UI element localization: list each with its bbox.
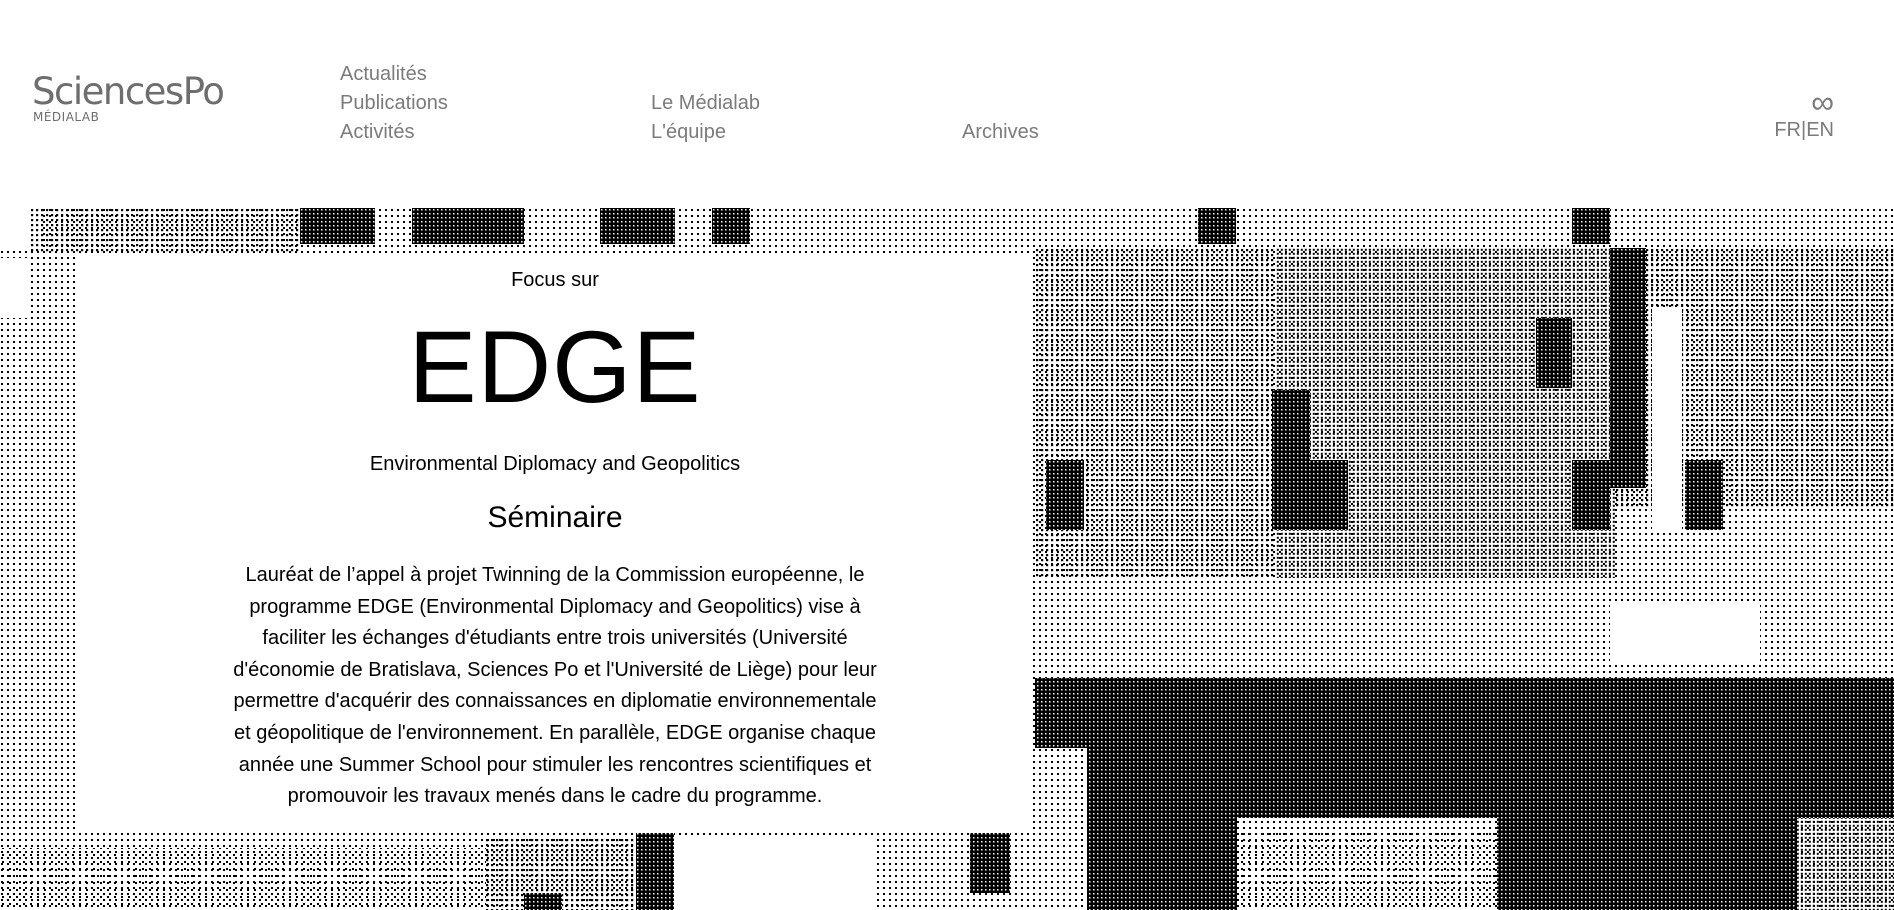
- nav-link-archives[interactable]: Archives: [962, 118, 1039, 147]
- language-switcher: FR|EN: [1774, 116, 1834, 144]
- focus-title[interactable]: EDGE: [78, 312, 1032, 422]
- focus-description: Lauréat de l’appel à projet Twinning de …: [233, 564, 877, 808]
- nav-link-equipe[interactable]: L'équipe: [651, 118, 760, 147]
- focus-subtitle: Environmental Diplomacy and Geopolitics: [369, 453, 741, 475]
- lang-fr-link[interactable]: FR: [1774, 119, 1801, 141]
- language-block: ∞ FR|EN: [1774, 86, 1834, 144]
- site-header: SciencesPo MÉDIALAB Actualités Publicati…: [0, 0, 1894, 200]
- nav-link-le-medialab[interactable]: Le Médialab: [651, 89, 760, 118]
- sciencespo-medialab-logo[interactable]: SciencesPo MÉDIALAB: [32, 70, 225, 125]
- nav-link-publications[interactable]: Publications: [340, 89, 448, 118]
- nav-link-actualites[interactable]: Actualités: [340, 60, 448, 89]
- lang-en-link[interactable]: EN: [1806, 119, 1834, 141]
- nav-column-3: Archives: [962, 118, 1039, 147]
- nav-link-activites[interactable]: Activités: [340, 118, 448, 147]
- focus-label: Focus sur: [511, 269, 599, 291]
- logo-name: SciencesPo: [32, 70, 225, 113]
- focus-hero: Focus sur EDGE Environmental Diplomacy a…: [0, 208, 1894, 910]
- nav-column-2: Le Médialab L'équipe: [651, 89, 760, 147]
- focus-type: Séminaire: [487, 501, 623, 534]
- nav-column-1: Actualités Publications Activités: [340, 60, 448, 147]
- infinity-icon[interactable]: ∞: [1774, 86, 1834, 118]
- focus-content[interactable]: Focus sur EDGE Environmental Diplomacy a…: [78, 256, 1032, 813]
